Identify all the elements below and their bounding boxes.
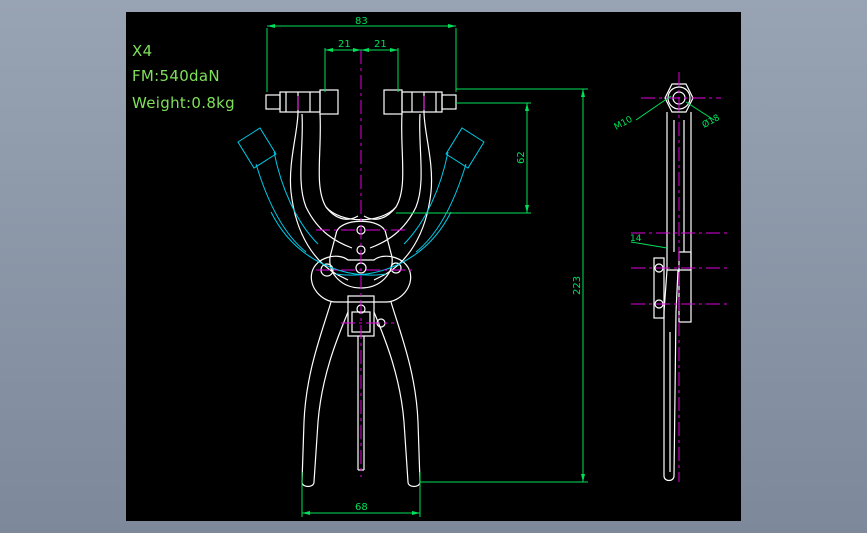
side-center-lines (631, 72, 731, 482)
right-handle (373, 301, 421, 488)
left-jaw-arm (289, 111, 349, 281)
right-jaw-arm (373, 111, 433, 281)
dim-side-offset: 14 (630, 234, 642, 244)
side-view (653, 83, 694, 482)
dim-right-half: 21 (374, 39, 387, 50)
dim-overall-height: 223 (572, 276, 583, 295)
dim-thread: M10 (613, 115, 635, 133)
left-handle (301, 301, 349, 488)
right-screw (383, 89, 457, 115)
dim-bottom-width: 68 (355, 502, 368, 513)
cad-drawing-canvas: X4 FM:540daN Weight:0.8kg 83 21 21 62 22… (126, 12, 741, 521)
dimension-lines (266, 25, 588, 517)
plier-clamp-drawing: 83 21 21 62 223 68 M10 Ø18 14 (237, 16, 731, 517)
dim-top-width: 83 (355, 16, 368, 27)
side-dimensions (630, 95, 715, 249)
dim-diameter: Ø18 (700, 112, 722, 131)
dim-left-half: 21 (338, 39, 351, 50)
left-screw (265, 89, 339, 115)
dim-stroke-height: 62 (516, 151, 527, 164)
dimension-arrows (267, 24, 585, 515)
